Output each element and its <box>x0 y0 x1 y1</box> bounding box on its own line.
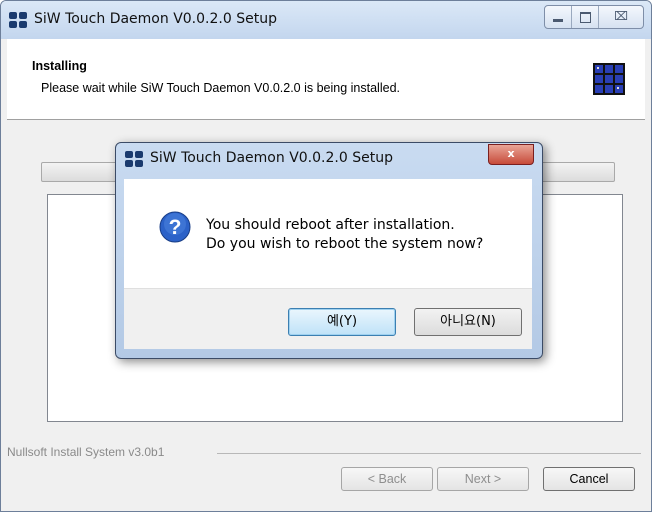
dialog-title: SiW Touch Daemon V0.0.2.0 Setup <box>150 150 393 166</box>
next-button[interactable]: Next > <box>437 467 529 491</box>
reboot-dialog: SiW Touch Daemon V0.0.2.0 Setup x ? You … <box>115 142 543 359</box>
dialog-close-button[interactable]: x <box>488 144 534 165</box>
maximize-button[interactable] <box>572 6 599 28</box>
page-header: Installing Please wait while SiW Touch D… <box>7 39 645 120</box>
close-button[interactable]: ⌧ <box>599 6 643 28</box>
yes-button[interactable]: 예(Y) <box>288 308 396 336</box>
title-bar[interactable]: SiW Touch Daemon V0.0.2.0 Setup ⌧ <box>1 1 651 39</box>
minimize-icon <box>553 19 563 22</box>
window-controls: ⌧ <box>544 5 644 29</box>
no-button[interactable]: 아니요(N) <box>414 308 522 336</box>
close-icon: x <box>507 147 515 160</box>
installer-logo-icon <box>593 63 625 95</box>
page-subtitle: Please wait while SiW Touch Daemon V0.0.… <box>41 81 400 95</box>
branding-divider <box>217 453 641 454</box>
maximize-icon <box>580 12 591 23</box>
installer-icon <box>9 12 27 28</box>
installer-icon <box>125 151 143 167</box>
cancel-button[interactable]: Cancel <box>543 467 635 491</box>
page-title: Installing <box>32 59 87 73</box>
dialog-message: You should reboot after installation. Do… <box>206 216 483 254</box>
minimize-button[interactable] <box>545 6 572 28</box>
dialog-message-line1: You should reboot after installation. <box>206 217 455 233</box>
dialog-footer: 예(Y) 아니요(N) <box>124 288 532 349</box>
branding-text: Nullsoft Install System v3.0b1 <box>7 445 165 459</box>
question-icon: ? <box>159 211 191 243</box>
window-title: SiW Touch Daemon V0.0.2.0 Setup <box>34 11 277 27</box>
dialog-body: ? You should reboot after installation. … <box>124 179 532 288</box>
svg-text:?: ? <box>169 216 182 239</box>
close-icon: ⌧ <box>614 9 628 23</box>
dialog-message-line2: Do you wish to reboot the system now? <box>206 236 484 252</box>
back-button[interactable]: < Back <box>341 467 433 491</box>
